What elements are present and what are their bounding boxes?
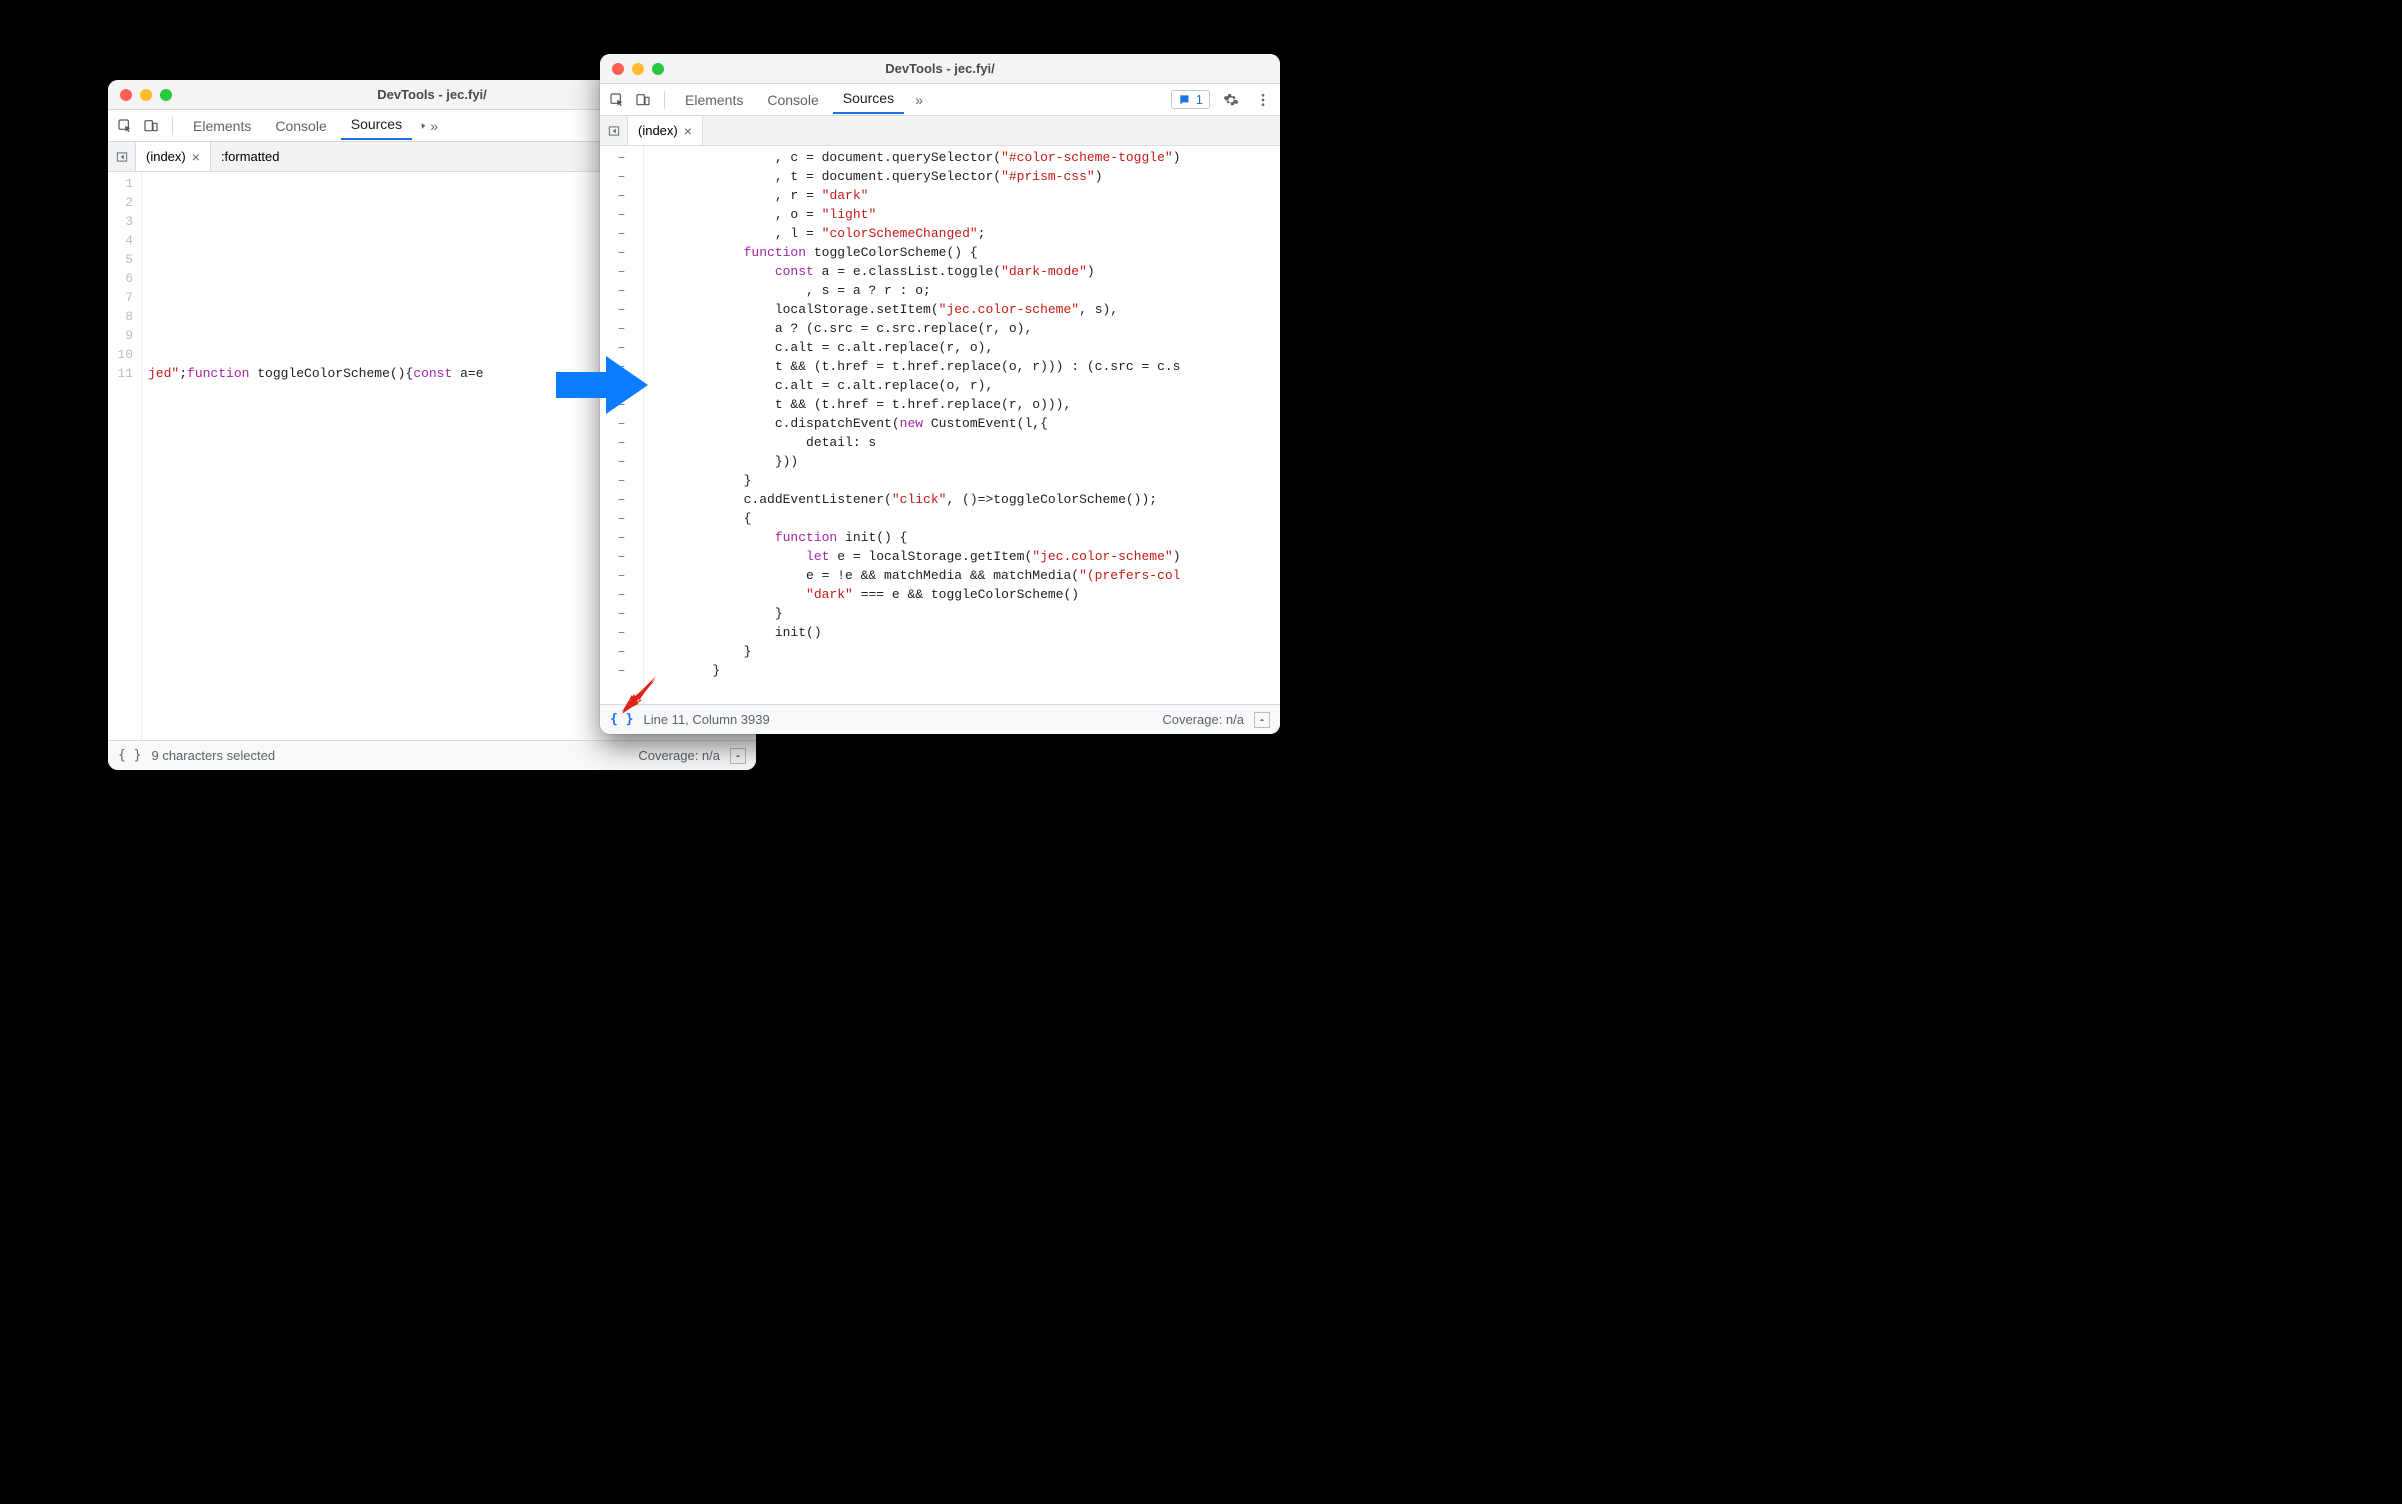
tab-sources[interactable]: Sources: [833, 86, 904, 114]
devtools-window-right: DevTools - jec.fyi/ Elements Console Sou…: [600, 54, 1280, 734]
maximize-icon[interactable]: [160, 89, 172, 101]
status-bar: { } 9 characters selected Coverage: n/a: [108, 740, 756, 770]
file-tab-formatted[interactable]: :formatted: [211, 142, 290, 171]
traffic-lights: [600, 63, 664, 75]
selection-status: 9 characters selected: [151, 748, 275, 763]
file-tab-index[interactable]: (index) ×: [628, 116, 703, 145]
traffic-lights: [108, 89, 172, 101]
inspect-element-icon[interactable]: [606, 89, 628, 111]
close-icon[interactable]: [612, 63, 624, 75]
coverage-status: Coverage: n/a: [638, 748, 720, 763]
line-gutter: ––––––––––––––––––––––––––––: [600, 146, 644, 704]
close-tab-icon[interactable]: ×: [192, 150, 200, 164]
more-tabs-icon[interactable]: »: [416, 115, 438, 137]
issues-badge[interactable]: 1: [1171, 90, 1210, 109]
collapse-pane-icon[interactable]: [1254, 712, 1270, 728]
tab-console[interactable]: Console: [265, 114, 336, 138]
minimize-icon[interactable]: [632, 63, 644, 75]
tab-elements[interactable]: Elements: [183, 114, 261, 138]
red-arrow-annotation: [620, 672, 664, 716]
code-area[interactable]: jed";function toggleColorScheme(){const …: [142, 172, 484, 740]
gear-icon[interactable]: [1220, 89, 1242, 111]
file-tab-label: (index): [146, 149, 186, 164]
separator: [172, 117, 173, 135]
close-icon[interactable]: [120, 89, 132, 101]
minimize-icon[interactable]: [140, 89, 152, 101]
inspect-element-icon[interactable]: [114, 115, 136, 137]
code-area[interactable]: , c = document.querySelector("#color-sch…: [644, 146, 1181, 704]
pretty-print-icon[interactable]: { }: [118, 748, 141, 763]
separator: [664, 91, 665, 109]
more-tabs-icon[interactable]: »: [908, 89, 930, 111]
device-toolbar-icon[interactable]: [140, 115, 162, 137]
file-tab-index[interactable]: (index) ×: [136, 142, 211, 171]
close-tab-icon[interactable]: ×: [684, 124, 692, 138]
tab-elements[interactable]: Elements: [675, 88, 753, 112]
titlebar[interactable]: DevTools - jec.fyi/: [600, 54, 1280, 84]
device-toolbar-icon[interactable]: [632, 89, 654, 111]
window-title: DevTools - jec.fyi/: [600, 61, 1280, 76]
code-editor[interactable]: –––––––––––––––––––––––––––– , c = docum…: [600, 146, 1280, 704]
tab-sources[interactable]: Sources: [341, 112, 412, 140]
kebab-menu-icon[interactable]: [1252, 89, 1274, 111]
maximize-icon[interactable]: [652, 63, 664, 75]
file-tab-label: (index): [638, 123, 678, 138]
devtools-toolbar: Elements Console Sources » 1: [600, 84, 1280, 116]
blue-arrow-annotation: [556, 350, 648, 420]
navigator-toggle-icon[interactable]: [108, 142, 136, 171]
status-bar: { } Line 11, Column 3939 Coverage: n/a: [600, 704, 1280, 734]
file-tab-label: :formatted: [221, 149, 280, 164]
line-gutter: 1234567891011: [108, 172, 142, 740]
file-tabs-bar: (index) ×: [600, 116, 1280, 146]
issues-count: 1: [1196, 92, 1203, 107]
collapse-pane-icon[interactable]: [730, 748, 746, 764]
tab-console[interactable]: Console: [757, 88, 828, 112]
navigator-toggle-icon[interactable]: [600, 116, 628, 145]
coverage-status: Coverage: n/a: [1162, 712, 1244, 727]
